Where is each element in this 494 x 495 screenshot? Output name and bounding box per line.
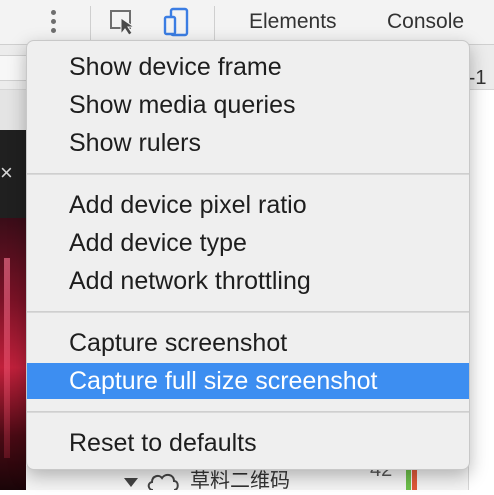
menu-item-show-rulers[interactable]: Show rulers bbox=[27, 125, 469, 161]
tab-elements[interactable]: Elements bbox=[249, 9, 337, 35]
menu-item-show-device-frame[interactable]: Show device frame bbox=[27, 49, 469, 85]
device-toolbar-icon[interactable] bbox=[162, 6, 194, 38]
menu-item-capture-screenshot[interactable]: Capture screenshot bbox=[27, 325, 469, 361]
side-panel bbox=[468, 90, 494, 490]
toolbar-divider bbox=[90, 6, 91, 40]
menu-item-add-device-type[interactable]: Add device type bbox=[27, 225, 469, 261]
close-icon[interactable]: × bbox=[0, 160, 14, 186]
device-options-menu: Show device frame Show media queries Sho… bbox=[26, 40, 470, 470]
menu-item-reset-to-defaults[interactable]: Reset to defaults bbox=[27, 425, 469, 461]
devtools-toolbar: Elements Console bbox=[0, 0, 494, 45]
menu-separator bbox=[27, 311, 469, 313]
menu-separator bbox=[27, 411, 469, 413]
menu-item-capture-full-size-screenshot[interactable]: Capture full size screenshot bbox=[27, 363, 469, 399]
page-image bbox=[0, 218, 26, 490]
tree-node-label: 草料二维码 bbox=[190, 470, 290, 492]
dimension-field[interactable] bbox=[0, 55, 29, 81]
toolbar-divider bbox=[214, 6, 215, 40]
more-options-icon[interactable] bbox=[44, 8, 64, 36]
menu-separator bbox=[27, 173, 469, 175]
tab-console[interactable]: Console bbox=[387, 9, 464, 35]
menu-item-show-media-queries[interactable]: Show media queries bbox=[27, 87, 469, 123]
expand-caret-icon[interactable] bbox=[124, 478, 138, 487]
menu-item-add-network-throttling[interactable]: Add network throttling bbox=[27, 263, 469, 299]
cloud-icon bbox=[146, 470, 180, 491]
inspect-element-icon[interactable] bbox=[109, 8, 139, 36]
menu-item-add-device-pixel-ratio[interactable]: Add device pixel ratio bbox=[27, 187, 469, 223]
